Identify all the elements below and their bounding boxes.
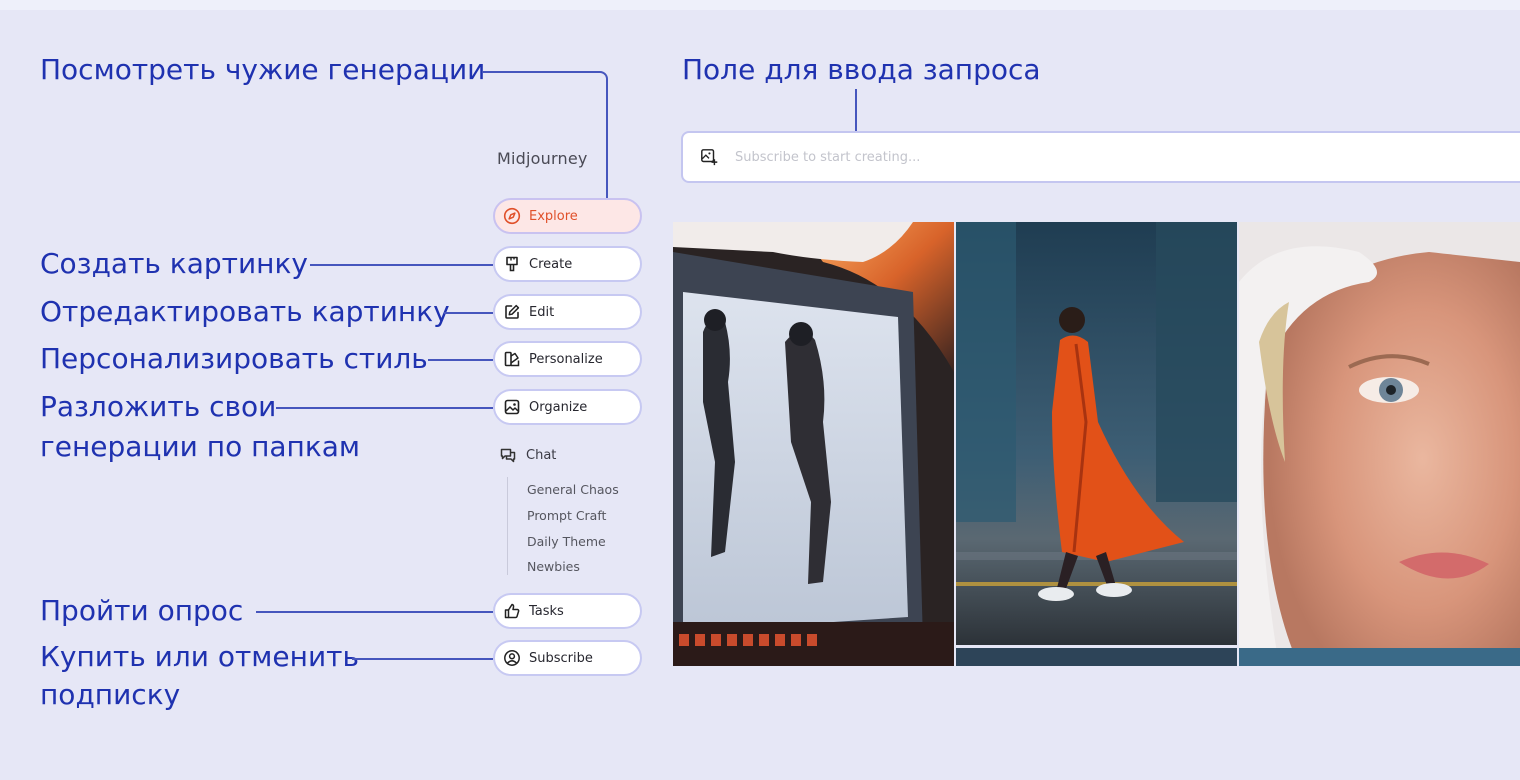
nav-create-button[interactable]: Create bbox=[493, 246, 642, 282]
nav-tasks-label: Tasks bbox=[529, 603, 564, 619]
nav-chat-label: Chat bbox=[526, 447, 557, 463]
annotation-personalize: Персонализировать стиль bbox=[40, 342, 428, 375]
compass-icon bbox=[503, 207, 521, 225]
chat-channel-prompt-craft[interactable]: Prompt Craft bbox=[527, 508, 606, 523]
chat-channel-rail bbox=[507, 477, 508, 575]
prompt-field[interactable] bbox=[681, 131, 1520, 183]
annotation-prompt-field: Поле для ввода запроса bbox=[682, 53, 1041, 86]
annotation-edit: Отредактировать картинку bbox=[40, 295, 450, 328]
gallery-image-dancers[interactable] bbox=[673, 222, 954, 666]
chat-channel-general-chaos[interactable]: General Chaos bbox=[527, 482, 619, 497]
gallery-image-strip[interactable] bbox=[956, 648, 1237, 666]
palette-icon bbox=[503, 350, 521, 368]
leader-prompt-field bbox=[855, 89, 857, 131]
leader-personalize bbox=[428, 359, 493, 361]
user-circle-icon bbox=[503, 649, 521, 667]
nav-organize-button[interactable]: Organize bbox=[493, 389, 642, 425]
nav-personalize-button[interactable]: Personalize bbox=[493, 341, 642, 377]
nav-subscribe-label: Subscribe bbox=[529, 650, 593, 666]
nav-create-label: Create bbox=[529, 256, 573, 272]
nav-explore-button[interactable]: Explore bbox=[493, 198, 642, 234]
nav-tasks-button[interactable]: Tasks bbox=[493, 593, 642, 629]
brand-logo[interactable]: Midjourney bbox=[497, 149, 588, 168]
leader-subscribe bbox=[352, 658, 493, 660]
nav-chat-button[interactable]: Chat bbox=[499, 444, 556, 466]
leader-edit bbox=[444, 312, 493, 314]
leader-create bbox=[310, 264, 493, 266]
leader-organize bbox=[276, 407, 493, 409]
prompt-input[interactable] bbox=[735, 149, 1435, 165]
thumbs-up-icon bbox=[503, 602, 521, 620]
nav-edit-button[interactable]: Edit bbox=[493, 294, 642, 330]
gallery-image-red-coat[interactable] bbox=[956, 222, 1237, 645]
annotation-organize-line2: генерации по папкам bbox=[40, 430, 361, 463]
leader-tasks bbox=[256, 611, 493, 613]
nav-subscribe-button[interactable]: Subscribe bbox=[493, 640, 642, 676]
chat-bubbles-icon bbox=[499, 446, 517, 464]
top-band bbox=[0, 0, 1520, 10]
annotation-subscribe-line1: Купить или отменить bbox=[40, 640, 359, 673]
pencil-square-icon bbox=[503, 303, 521, 321]
leader-explore-corner bbox=[590, 71, 608, 203]
gallery-image-freckled-face[interactable] bbox=[1239, 222, 1520, 666]
nav-explore-label: Explore bbox=[529, 208, 578, 224]
annotation-subscribe-line2: подписку bbox=[40, 678, 181, 711]
annotation-organize-line1: Разложить свои bbox=[40, 390, 277, 423]
chat-channel-daily-theme[interactable]: Daily Theme bbox=[527, 534, 606, 549]
image-plus-icon[interactable] bbox=[699, 147, 719, 167]
annotation-create: Создать картинку bbox=[40, 247, 308, 280]
nav-edit-label: Edit bbox=[529, 304, 555, 320]
annotation-tasks: Пройти опрос bbox=[40, 594, 244, 627]
chat-channel-newbies[interactable]: Newbies bbox=[527, 559, 580, 574]
nav-organize-label: Organize bbox=[529, 399, 588, 415]
image-icon bbox=[503, 398, 521, 416]
leader-explore bbox=[482, 71, 600, 73]
nav-personalize-label: Personalize bbox=[529, 351, 603, 367]
paintbrush-icon bbox=[503, 255, 521, 273]
annotation-explore: Посмотреть чужие генерации bbox=[40, 53, 486, 86]
